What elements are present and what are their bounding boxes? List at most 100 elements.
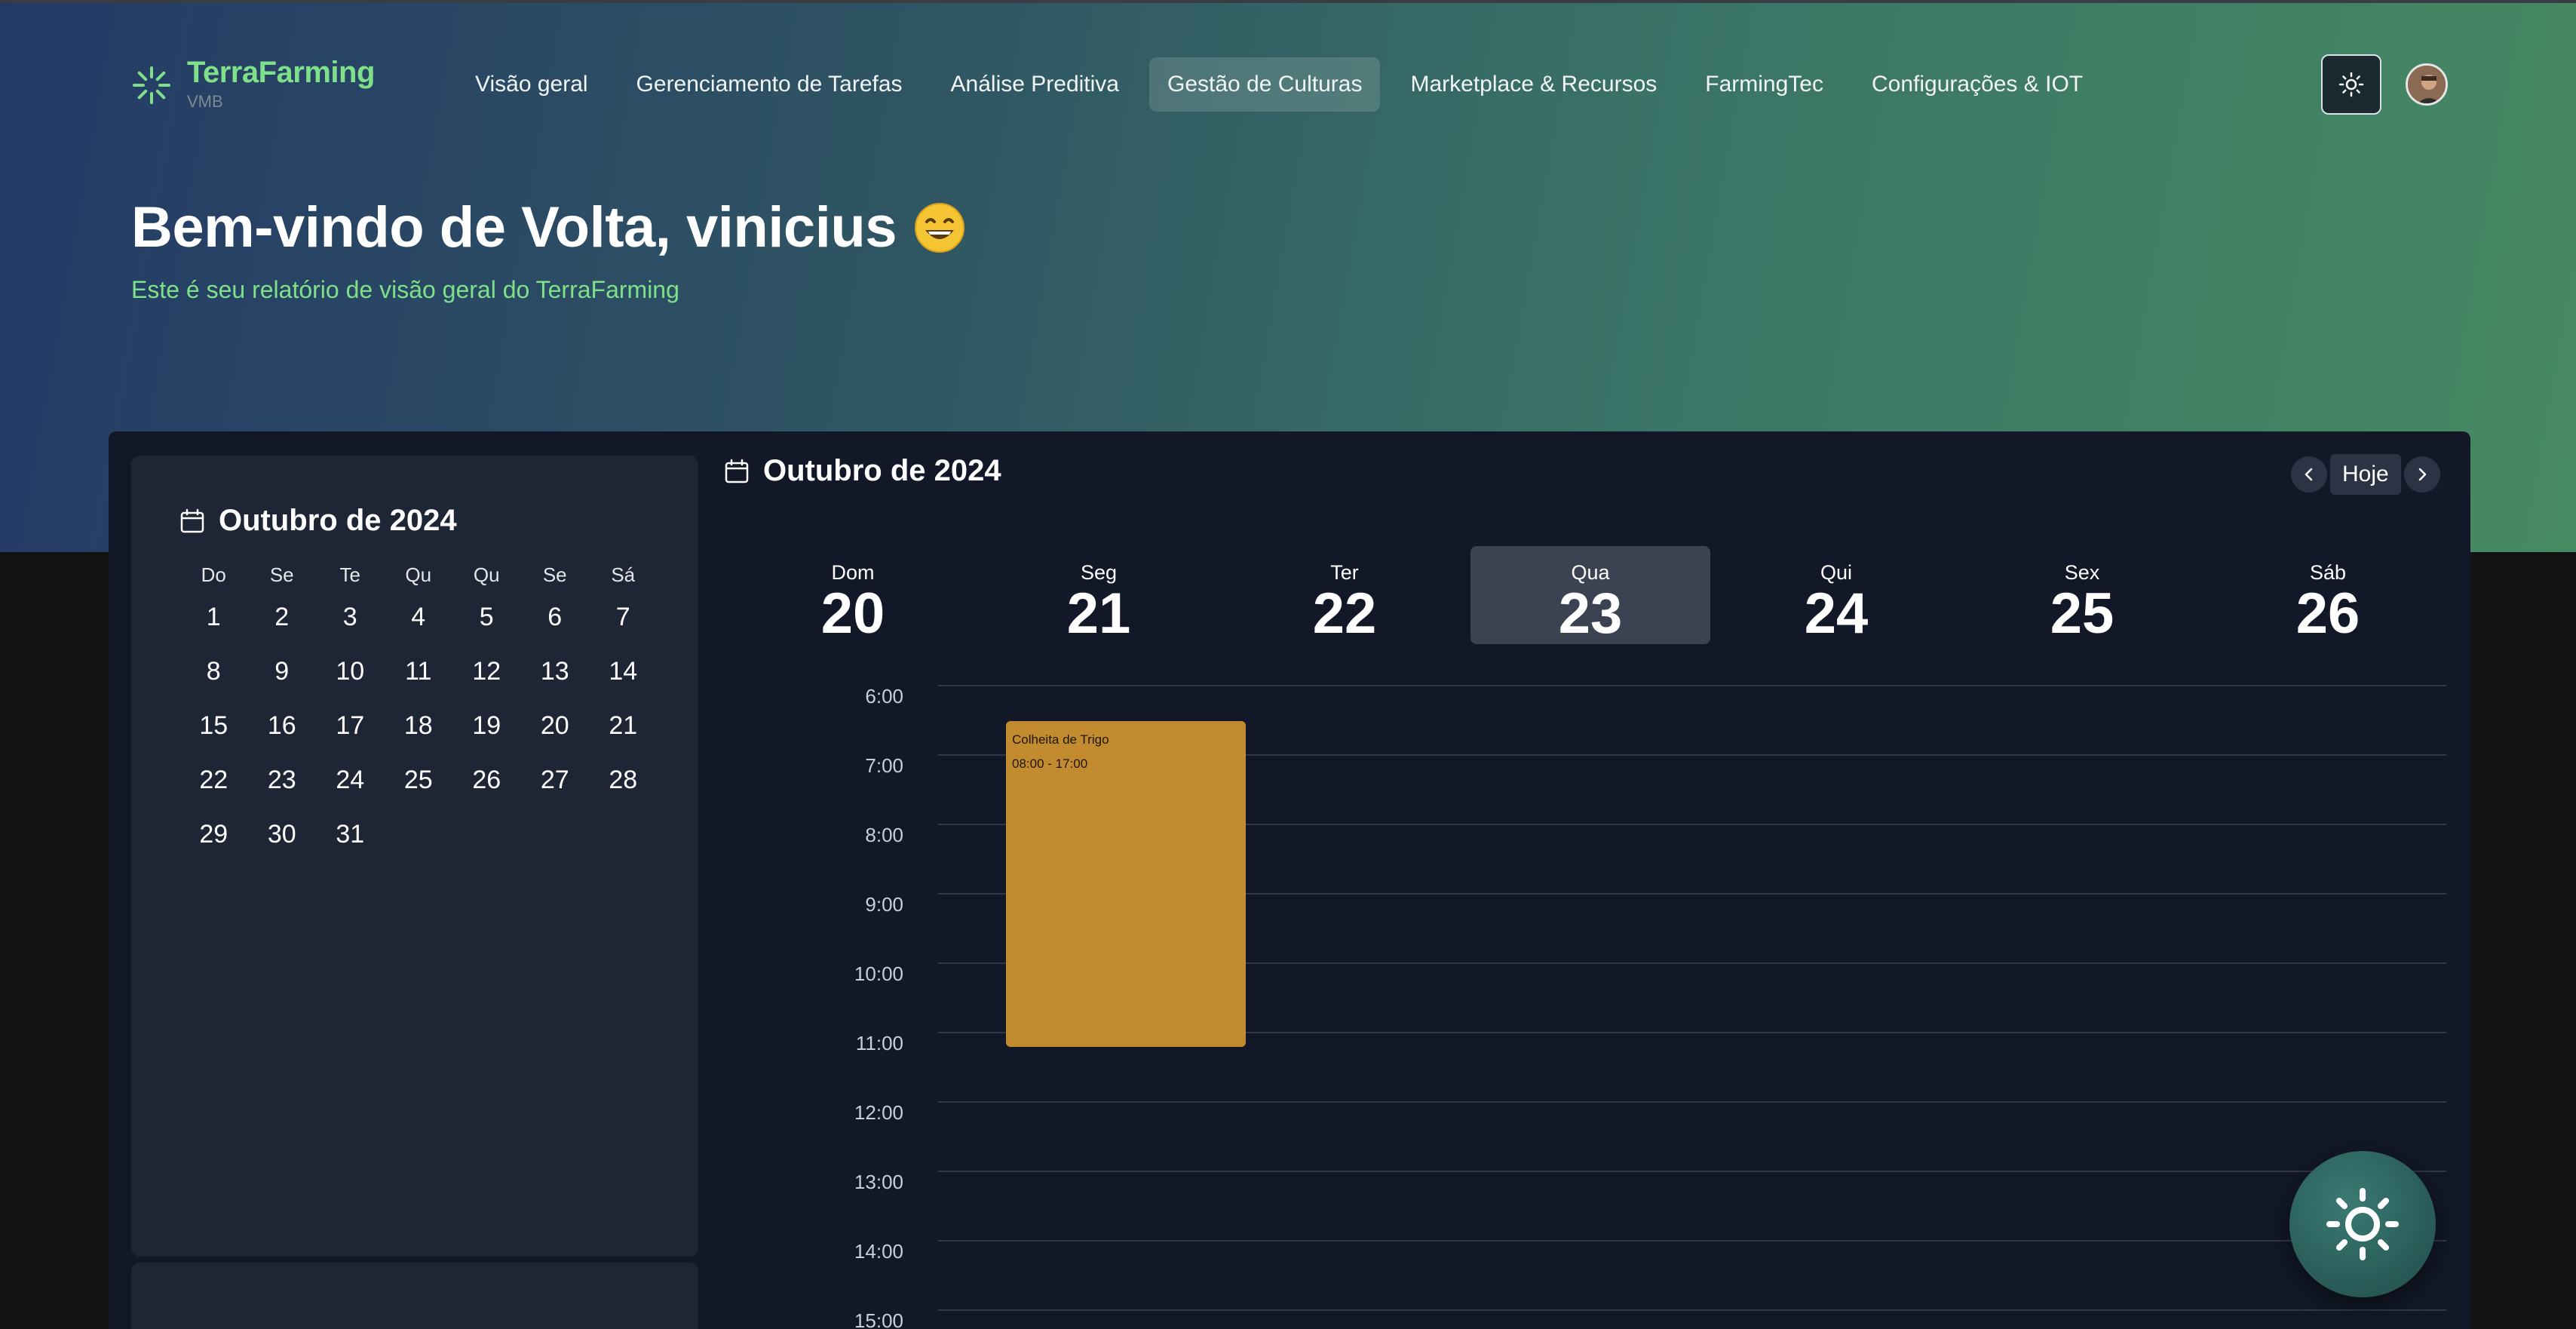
day-column-seg[interactable]: Seg 21 [979,546,1219,644]
mini-day[interactable]: 6 [521,590,590,644]
mini-weekday: Sá [611,563,636,586]
day-name: Dom [831,561,875,584]
mini-day[interactable]: 25 [385,753,453,807]
week-month-label: Outubro de 2024 [763,454,1001,487]
mini-day[interactable]: 9 [248,644,317,698]
nav-item-gestao-culturas[interactable]: Gestão de Culturas [1148,57,1381,112]
grinning-face-icon [915,202,965,253]
hour-label: 13:00 [854,1171,903,1193]
mini-day[interactable]: 19 [452,698,521,753]
nav-item-marketplace[interactable]: Marketplace & Recursos [1392,57,1675,112]
mini-day[interactable]: 1 [179,590,248,644]
mini-weekday: Qu [473,563,500,586]
mini-day[interactable]: 23 [248,753,317,807]
mini-day[interactable]: 5 [452,590,521,644]
mini-weekday: Se [542,563,567,586]
day-column-qui[interactable]: Qui 24 [1716,546,1956,644]
hour-gridline [938,1240,2446,1242]
secondary-card [131,1263,698,1329]
mini-day[interactable]: 18 [385,698,453,753]
sun-icon [2338,72,2364,97]
day-column-dom[interactable]: Dom 20 [733,546,973,644]
app-logo[interactable]: TerraFarming VMB [131,56,375,112]
mini-day[interactable]: 21 [589,698,658,753]
mini-calendar: Outubro de 2024 Do Se Te Qu Qu Se Sá 1 2 3 4 5 6 7 8 9 1… [131,456,698,1257]
day-column-qua[interactable]: Qua 23 [1470,546,1710,644]
week-header: Outubro de 2024 [724,454,1001,488]
mini-day[interactable]: 22 [179,753,248,807]
mini-weekday: Do [201,563,226,586]
day-number: 25 [2050,582,2114,646]
nav-item-analise-preditiva[interactable]: Análise Preditiva [933,57,1137,112]
day-number: 24 [1804,582,1869,646]
day-number: 23 [1558,582,1623,646]
nav-item-visao-geral[interactable]: Visão geral [457,57,606,112]
mini-day[interactable]: 20 [521,698,590,753]
mini-day[interactable]: 31 [316,807,385,861]
mini-day[interactable]: 10 [316,644,385,698]
chevron-right-icon [2418,468,2426,481]
hour-label: 6:00 [865,685,903,707]
nav-item-farmingtec[interactable]: FarmingTec [1687,57,1842,112]
mini-day[interactable]: 29 [179,807,248,861]
mini-day[interactable]: 15 [179,698,248,753]
mini-day[interactable]: 27 [521,753,590,807]
mini-day[interactable]: 3 [316,590,385,644]
leaf-burst-icon [133,66,170,104]
day-column-sáb[interactable]: Sáb 26 [2208,546,2448,644]
top-border [0,0,2576,3]
mini-day[interactable]: 7 [589,590,658,644]
mini-day[interactable]: 4 [385,590,453,644]
calendar-icon [180,508,204,533]
event-title: Colheita de Trigo [1012,732,1109,747]
next-week-button[interactable] [2403,456,2440,493]
day-number: 21 [1066,582,1131,646]
day-column-ter[interactable]: Ter 22 [1225,546,1464,644]
hour-label: 9:00 [865,893,903,916]
user-avatar[interactable] [2406,63,2448,106]
mini-day[interactable]: 26 [452,753,521,807]
mini-day[interactable]: 24 [316,753,385,807]
mini-day[interactable]: 2 [248,590,317,644]
day-name: Sex [2064,561,2100,584]
event-card[interactable]: Colheita de Trigo 08:00 - 17:00 [1006,721,1246,1047]
greeting-text: Bem-vindo de Volta, vinicius [131,195,897,259]
mini-day[interactable]: 12 [452,644,521,698]
day-number: 22 [1312,582,1377,646]
hour-gridline [938,1171,2446,1172]
day-column-sex[interactable]: Sex 25 [1962,546,2202,644]
greeting-subtitle: Este é seu relatório de visão geral do T… [131,276,679,303]
mini-day[interactable]: 13 [521,644,590,698]
event-time: 08:00 - 17:00 [1012,757,1088,771]
mini-day[interactable]: 16 [248,698,317,753]
hour-label: 8:00 [865,824,903,846]
day-number: 26 [2295,582,2360,646]
mini-day[interactable]: 8 [179,644,248,698]
nav-item-tarefas[interactable]: Gerenciamento de Tarefas [618,57,921,112]
floating-theme-button[interactable] [2289,1151,2436,1297]
prev-week-button[interactable] [2291,456,2327,493]
nav-item-configuracoes[interactable]: Configurações & IOT [1854,57,2101,112]
greeting-title: Bem-vindo de Volta, vinicius [131,195,966,260]
main-nav: Visão geral Gerenciamento de Tarefas Aná… [457,57,2113,112]
mini-day[interactable]: 17 [316,698,385,753]
mini-day[interactable]: 11 [385,644,453,698]
mini-day[interactable]: 14 [589,644,658,698]
week-navigation: Hoje [2291,454,2440,495]
day-number: 20 [820,582,885,646]
theme-toggle-button[interactable] [2321,54,2381,115]
mini-day[interactable]: 30 [248,807,317,861]
hour-label: 11:00 [855,1032,903,1054]
mini-calendar-month: Outubro de 2024 [219,504,457,537]
mini-weekday: Qu [405,563,432,586]
day-name: Qui [1820,561,1853,584]
sun-icon [2326,1188,2399,1260]
mini-calendar-grid: Do Se Te Qu Qu Se Sá 1 2 3 4 5 6 7 8 9 10 11 12 13 14 15 16 17 1… [179,560,658,861]
chevron-left-icon [2305,468,2313,481]
mini-day[interactable]: 28 [589,753,658,807]
today-button[interactable]: Hoje [2330,454,2401,495]
mini-weekday: Te [339,563,360,586]
app-subtitle: VMB [187,92,223,111]
hour-label: 12:00 [854,1101,903,1124]
hour-label: 15:00 [854,1309,903,1329]
